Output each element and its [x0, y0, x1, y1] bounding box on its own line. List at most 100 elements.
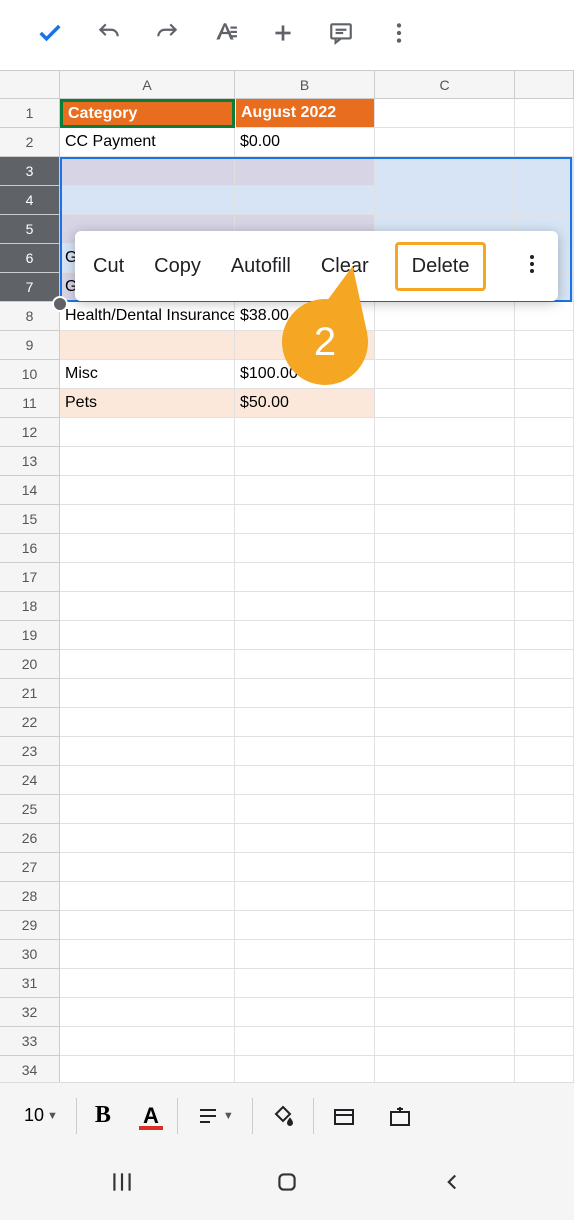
selection-handle-icon[interactable]: [52, 296, 68, 312]
cell[interactable]: [375, 128, 515, 157]
cell[interactable]: [235, 824, 375, 853]
cell[interactable]: [375, 99, 515, 128]
cell[interactable]: [375, 534, 515, 563]
cell[interactable]: [60, 824, 235, 853]
row-header[interactable]: 23: [0, 737, 60, 766]
row-header[interactable]: 15: [0, 505, 60, 534]
row-header[interactable]: 28: [0, 882, 60, 911]
cell[interactable]: [375, 853, 515, 882]
cell[interactable]: [375, 505, 515, 534]
align-button[interactable]: ▼: [180, 1096, 250, 1136]
row-header[interactable]: 6: [0, 244, 60, 273]
cell[interactable]: [375, 882, 515, 911]
cell[interactable]: [235, 650, 375, 679]
cell[interactable]: [60, 737, 235, 766]
cell[interactable]: [235, 853, 375, 882]
cell[interactable]: [515, 940, 574, 969]
cell[interactable]: [375, 795, 515, 824]
cell[interactable]: [235, 737, 375, 766]
cell[interactable]: [235, 766, 375, 795]
cell[interactable]: [235, 592, 375, 621]
cell[interactable]: [60, 998, 235, 1027]
cell[interactable]: [515, 1056, 574, 1085]
cell[interactable]: [60, 853, 235, 882]
cell[interactable]: [515, 853, 574, 882]
cell[interactable]: [60, 795, 235, 824]
cell[interactable]: [515, 99, 574, 128]
text-color-button[interactable]: A: [127, 1096, 175, 1136]
cell[interactable]: [515, 998, 574, 1027]
cell[interactable]: [60, 592, 235, 621]
row-header[interactable]: 8: [0, 302, 60, 331]
cell[interactable]: [235, 418, 375, 447]
more-vert-icon[interactable]: [386, 20, 412, 51]
row-header[interactable]: 27: [0, 853, 60, 882]
cell[interactable]: [235, 882, 375, 911]
cell[interactable]: [375, 389, 515, 418]
cell[interactable]: [515, 969, 574, 998]
cell[interactable]: [375, 360, 515, 389]
cell[interactable]: [375, 940, 515, 969]
recents-icon[interactable]: [109, 1169, 135, 1200]
corner-cell[interactable]: [0, 71, 60, 99]
cell[interactable]: [515, 650, 574, 679]
row-header[interactable]: 20: [0, 650, 60, 679]
cell[interactable]: [60, 940, 235, 969]
cell[interactable]: [60, 766, 235, 795]
row-header[interactable]: 31: [0, 969, 60, 998]
bold-button[interactable]: B: [79, 1096, 127, 1136]
cell[interactable]: [375, 592, 515, 621]
cell[interactable]: [60, 418, 235, 447]
row-header[interactable]: 13: [0, 447, 60, 476]
redo-icon[interactable]: [154, 20, 180, 51]
cell[interactable]: [375, 969, 515, 998]
text-format-icon[interactable]: [212, 20, 238, 51]
row-header[interactable]: 11: [0, 389, 60, 418]
cell[interactable]: [515, 882, 574, 911]
cell[interactable]: [375, 476, 515, 505]
cell[interactable]: Pets: [60, 389, 235, 418]
row-header[interactable]: 30: [0, 940, 60, 969]
row-header[interactable]: 24: [0, 766, 60, 795]
autofill-menu-item[interactable]: Autofill: [227, 249, 295, 284]
cell[interactable]: [375, 824, 515, 853]
cell[interactable]: [60, 447, 235, 476]
row-header[interactable]: 10: [0, 360, 60, 389]
row-header[interactable]: 7: [0, 273, 60, 302]
col-header-b[interactable]: B: [235, 71, 375, 99]
cell[interactable]: [235, 447, 375, 476]
cell[interactable]: [235, 795, 375, 824]
row-header[interactable]: 22: [0, 708, 60, 737]
cell[interactable]: [515, 360, 574, 389]
cell[interactable]: [60, 331, 235, 360]
cell[interactable]: [60, 969, 235, 998]
delete-menu-item[interactable]: Delete: [395, 242, 487, 291]
cell[interactable]: [235, 621, 375, 650]
col-header-d[interactable]: [515, 71, 574, 99]
cell[interactable]: [515, 795, 574, 824]
comment-icon[interactable]: [328, 20, 354, 51]
row-header[interactable]: 26: [0, 824, 60, 853]
cell[interactable]: [375, 621, 515, 650]
cell[interactable]: [515, 302, 574, 331]
col-header-c[interactable]: C: [375, 71, 515, 99]
cell-button[interactable]: [316, 1096, 372, 1136]
row-header[interactable]: 32: [0, 998, 60, 1027]
cell[interactable]: [375, 679, 515, 708]
row-header[interactable]: 5: [0, 215, 60, 244]
cell[interactable]: [60, 882, 235, 911]
cell[interactable]: [515, 824, 574, 853]
cell[interactable]: [515, 563, 574, 592]
cell[interactable]: [515, 621, 574, 650]
cell[interactable]: [235, 505, 375, 534]
row-header[interactable]: 4: [0, 186, 60, 215]
cell[interactable]: [375, 737, 515, 766]
copy-menu-item[interactable]: Copy: [150, 249, 205, 284]
cell[interactable]: [375, 331, 515, 360]
cell[interactable]: [60, 563, 235, 592]
cell[interactable]: [375, 708, 515, 737]
row-header[interactable]: 33: [0, 1027, 60, 1056]
cell[interactable]: [60, 1056, 235, 1085]
cell[interactable]: [375, 302, 515, 331]
row-header[interactable]: 29: [0, 911, 60, 940]
